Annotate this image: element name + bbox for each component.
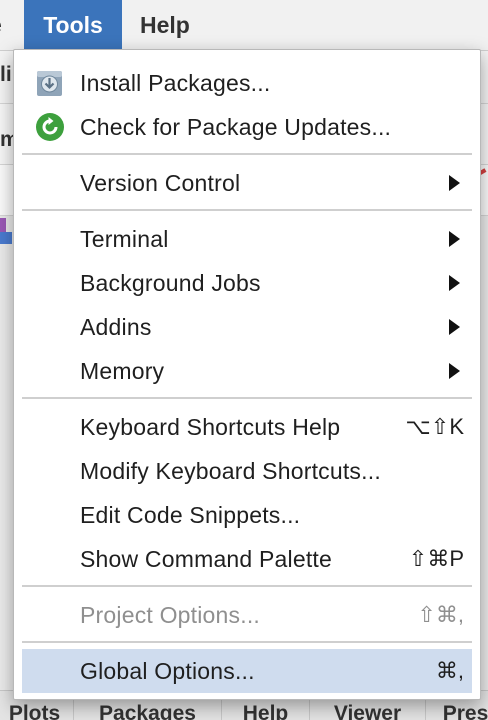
menubar-item-tools[interactable]: Tools: [24, 0, 122, 50]
menu-item-label: Version Control: [80, 170, 241, 196]
menu-item-version-control[interactable]: Version Control: [22, 161, 472, 205]
menu-item-shortcut: ⌘,: [435, 658, 464, 683]
menu-item-keyboard-shortcuts-help[interactable]: Keyboard Shortcuts Help ⌥⇧K: [22, 405, 472, 449]
menu-item-modify-keyboard-shortcuts[interactable]: Modify Keyboard Shortcuts...: [22, 449, 472, 493]
install-packages-icon: [34, 67, 66, 99]
submenu-arrow-icon: [449, 275, 460, 291]
menu-item-label: Check for Package Updates...: [80, 114, 392, 140]
background-folder-icon: [0, 232, 12, 244]
menu-item-install-packages[interactable]: Install Packages...: [22, 61, 472, 105]
menu-item-label: Addins: [80, 314, 152, 340]
tools-menu: Install Packages... Check for Package Up…: [13, 49, 481, 700]
menu-item-label: Terminal: [80, 226, 169, 252]
menu-separator: [22, 397, 472, 399]
menu-item-label: Global Options...: [80, 658, 255, 684]
rstudio-window: e Tools Help li m Plots Packages Help Vi…: [0, 0, 488, 720]
menu-separator: [22, 153, 472, 155]
menu-item-shortcut: ⇧⌘,: [417, 602, 464, 627]
menubar-item-edit[interactable]: e: [0, 0, 2, 50]
submenu-arrow-icon: [449, 231, 460, 247]
menu-item-label: Edit Code Snippets...: [80, 502, 301, 528]
menu-item-project-options: Project Options... ⇧⌘,: [22, 593, 472, 637]
menu-separator: [22, 585, 472, 587]
menu-item-label: Install Packages...: [80, 70, 271, 96]
menu-separator: [22, 209, 472, 211]
submenu-arrow-icon: [449, 363, 460, 379]
menu-item-edit-code-snippets[interactable]: Edit Code Snippets...: [22, 493, 472, 537]
menu-item-label: Project Options...: [80, 602, 261, 628]
background-file-icon: [0, 218, 6, 232]
menu-item-show-command-palette[interactable]: Show Command Palette ⇧⌘P: [22, 537, 472, 581]
menu-separator: [22, 641, 472, 643]
background-text-fragment: li: [0, 63, 12, 86]
menu-item-global-options[interactable]: Global Options... ⌘,: [22, 649, 472, 693]
menubar-item-help[interactable]: Help: [122, 0, 208, 50]
menu-item-label: Memory: [80, 358, 165, 384]
menu-item-addins[interactable]: Addins: [22, 305, 472, 349]
menu-item-shortcut: ⇧⌘P: [408, 546, 464, 571]
menubar: e Tools Help: [0, 0, 488, 51]
menu-item-label: Background Jobs: [80, 270, 261, 296]
menu-item-shortcut: ⌥⇧K: [405, 414, 464, 439]
menu-item-memory[interactable]: Memory: [22, 349, 472, 393]
menu-item-label: Modify Keyboard Shortcuts...: [80, 458, 381, 484]
menu-item-terminal[interactable]: Terminal: [22, 217, 472, 261]
package-update-icon: [34, 111, 66, 143]
menu-item-check-package-updates[interactable]: Check for Package Updates...: [22, 105, 472, 149]
menu-item-background-jobs[interactable]: Background Jobs: [22, 261, 472, 305]
menu-item-label: Show Command Palette: [80, 546, 333, 572]
submenu-arrow-icon: [449, 175, 460, 191]
submenu-arrow-icon: [449, 319, 460, 335]
menu-item-label: Keyboard Shortcuts Help: [80, 414, 341, 440]
